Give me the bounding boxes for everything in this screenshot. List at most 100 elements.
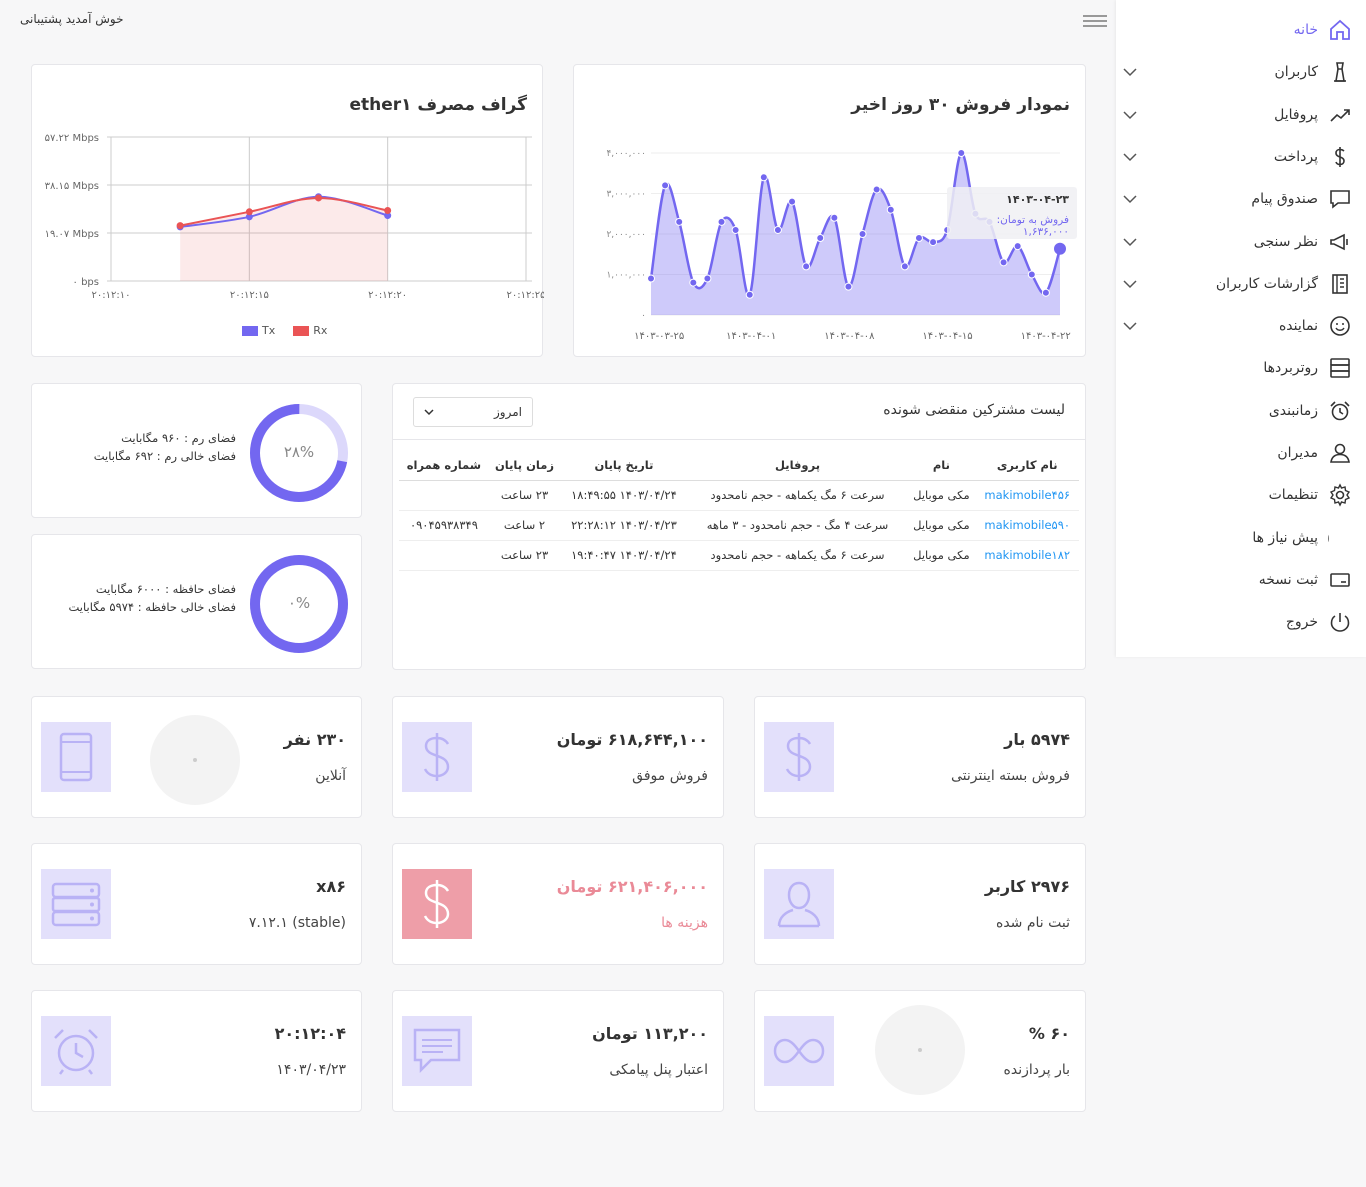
username-link[interactable]: makimobile۴۵۶ [975, 480, 1079, 511]
cpu-label: بار پردازنده [1003, 1062, 1070, 1078]
y-tick-label: ۰ bps [73, 277, 99, 288]
table-cell [399, 540, 489, 571]
router-version-label: (stable) ۷.۱۲.۱ [248, 915, 346, 931]
sidebar-item-label: روتربردها [1263, 360, 1318, 377]
storage-percent: ۰% [287, 594, 311, 612]
router-arch-value: x۸۶ [316, 877, 346, 896]
expiring-card: لیست مشترکین منقضی شونده امروز نام کاربر… [392, 383, 1086, 670]
table-cell: ۲۳ ساعت [488, 540, 561, 571]
sidebar-item-label: تنظیمات [1268, 487, 1318, 504]
data-point [675, 217, 684, 226]
table-cell [399, 480, 489, 511]
x-tick-label: ۱۴۰۳-۰۴-۰۱ [726, 331, 776, 342]
column-header: نام کاربری [975, 450, 1079, 481]
dollar-icon [402, 869, 472, 939]
svg-text:99: 99 [1328, 529, 1330, 550]
package-sales-value: ۵۹۷۴ بار [1004, 730, 1070, 749]
sidebar-item-label: نظر سنجی [1253, 233, 1318, 250]
data-point [858, 230, 867, 238]
tablet-icon [41, 722, 111, 792]
ram-total: فضای رم : ۹۶۰ مگابایت [121, 431, 236, 445]
data-point [872, 185, 881, 194]
sidebar-item-6[interactable]: گزارشات کاربران [1122, 269, 1352, 299]
table-row: makimobile۵۹۰ مکی موبایل سرعت ۴ مگ - حجم ن… [399, 510, 1079, 541]
registered-value: ۲۹۷۶ کاربر [984, 877, 1070, 896]
sidebar-item-3[interactable]: پرداخت [1122, 142, 1352, 172]
data-point [1041, 288, 1050, 297]
column-header: نام [907, 450, 976, 481]
chevron-down-icon[interactable] [1122, 107, 1138, 123]
table-cell: سرعت ۶ مگ یکماهه - حجم نامحدود [687, 540, 908, 571]
sidebar-item-label: صندوق پیام [1251, 191, 1318, 208]
router-card: x۸۶ (stable) ۷.۱۲.۱ [31, 843, 362, 965]
chevron-down-icon[interactable] [1122, 276, 1138, 292]
online-value: ۲۳۰ نفر [283, 730, 346, 749]
registered-card: ۲۹۷۶ کاربر ثبت نام شده [754, 843, 1086, 965]
table-cell: سرعت ۶ مگ یکماهه - حجم نامحدود [687, 480, 908, 511]
chevron-down-icon[interactable] [1122, 64, 1138, 80]
dollar-icon [402, 722, 472, 792]
data-point [844, 282, 853, 291]
trend-icon [1328, 103, 1352, 127]
sidebar-item-10[interactable]: مدیران [1122, 438, 1352, 468]
online-card: ۲۳۰ نفر آنلاین [31, 696, 362, 818]
sidebar-item-13[interactable]: ثبت نسخه [1122, 565, 1352, 595]
sidebar-item-label: پروفایل [1274, 106, 1318, 123]
sidebar-item-9[interactable]: زمانبندی [1122, 396, 1352, 426]
data-point [315, 194, 322, 202]
username-link[interactable]: makimobile۱۸۲ [975, 540, 1079, 571]
quote-icon: 99 [1328, 526, 1352, 550]
smiley-icon [1328, 314, 1352, 338]
chevron-down-icon[interactable] [1122, 234, 1138, 250]
menu-toggle-icon[interactable] [1083, 12, 1107, 30]
x-tick-label: ۱۴۰۳-۰۴-۰۸ [824, 331, 875, 342]
expenses-label: هزینه ها [661, 915, 708, 931]
sidebar-item-7[interactable]: نماینده [1122, 311, 1352, 341]
chevron-down-icon[interactable] [1122, 318, 1138, 334]
sidebar-item-5[interactable]: نظر سنجی [1122, 227, 1352, 257]
data-point [1027, 270, 1036, 279]
ram-info: فضای رم : ۹۶۰ مگابایت فضای خالی رم : ۶۹۲… [94, 429, 236, 465]
online-placeholder-chart [150, 715, 240, 805]
sidebar-item-12[interactable]: 99 پیش نیاز ها [1122, 523, 1352, 553]
sms-credit-value: ۱۱۳,۲۰۰ تومان [592, 1024, 708, 1043]
expiring-title: لیست مشترکین منقضی شونده [883, 402, 1065, 418]
sidebar-item-14[interactable]: خروج [1122, 607, 1352, 637]
sidebar-item-4[interactable]: صندوق پیام [1122, 184, 1352, 214]
data-point [731, 225, 740, 234]
table-cell: ۲۳ ساعت [488, 480, 561, 511]
x-tick-label: ۱۴۰۳-۰۴-۱۵ [922, 331, 972, 342]
traffic-chart-card: گراف مصرف ether۱ ۰ bps ۱۹.۰۷ Mbps ۳۸.۱۵ Mb… [31, 64, 544, 357]
successful-sales-value: ۶۱۸,۶۴۴,۱۰۰ تومان [556, 730, 708, 749]
traffic-legend: Tx Rx [242, 324, 327, 337]
data-point [999, 258, 1008, 267]
chevron-down-icon [424, 409, 434, 416]
chevron-down-icon[interactable] [1122, 191, 1138, 207]
sidebar-item-11[interactable]: تنظیمات [1122, 480, 1352, 510]
data-point [788, 197, 797, 206]
sidebar-item-8[interactable]: روتربردها [1122, 353, 1352, 383]
data-point [703, 274, 712, 283]
dollar-icon [764, 722, 834, 792]
y-tick-label: ۵۷.۲۲ Mbps [45, 133, 99, 144]
welcome-text: خوش آمدید پشتیبانی [20, 12, 124, 26]
username-link[interactable]: makimobile۵۹۰ [975, 510, 1079, 541]
data-point [1054, 242, 1066, 255]
megaphone-icon [1328, 230, 1352, 254]
expenses-value: ۶۲۱,۴۰۶,۰۰۰ تومان [556, 877, 708, 896]
sales-chart-card: نمودار فروش ۳۰ روز اخیر ۰ ۱,۰۰۰,۰۰۰ ۲,۰۰۰,… [573, 64, 1086, 357]
rx-area [180, 197, 388, 281]
alarm-clock-icon [41, 1016, 111, 1086]
sidebar-item-1[interactable]: کاربران [1122, 57, 1352, 87]
data-point [245, 208, 253, 216]
server-icon [1328, 356, 1352, 380]
table-cell: ۱۴۰۳/۰۴/۲۴ ۱۸:۴۹:۵۵ [560, 480, 688, 511]
x-tick-label: ۱۴۰۳-۰۳-۲۵ [634, 331, 684, 342]
card-icon [1328, 568, 1352, 592]
table-row: makimobile۴۵۶ مکی موبایل سرعت ۶ مگ یکماهه … [399, 480, 1079, 511]
sidebar-item-label: مدیران [1277, 445, 1318, 461]
expiring-filter-select[interactable]: امروز [413, 397, 533, 427]
sidebar-item-0[interactable]: خانه [1122, 15, 1352, 45]
chevron-down-icon[interactable] [1122, 149, 1138, 165]
sidebar-item-2[interactable]: پروفایل [1122, 100, 1352, 130]
